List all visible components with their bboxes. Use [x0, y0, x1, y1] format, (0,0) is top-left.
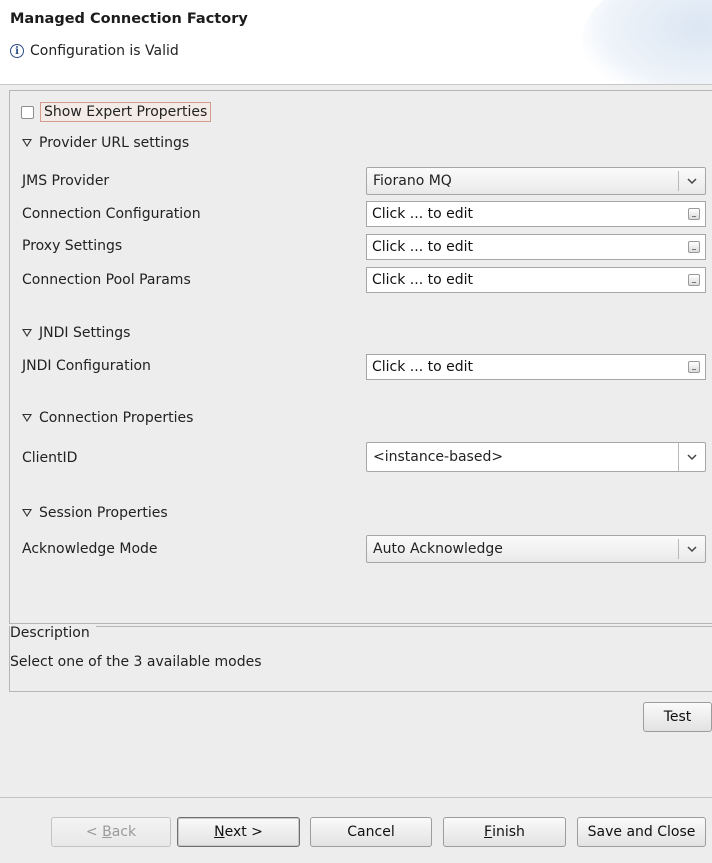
back-button[interactable]: < Back — [51, 817, 171, 847]
wizard-window: Managed Connection Factory i Configurati… — [0, 0, 712, 863]
jndi-config-field[interactable]: Click ... to edit — [366, 354, 706, 380]
description-group: Description Select one of the 3 availabl… — [9, 625, 712, 692]
ack-mode-value: Auto Acknowledge — [373, 541, 503, 557]
edit-ellipsis-icon[interactable] — [688, 361, 700, 373]
jms-provider-select[interactable]: Fiorano MQ — [366, 167, 706, 195]
section-jndi[interactable]: JNDI Settings — [22, 325, 130, 341]
chevron-down-icon[interactable] — [686, 452, 698, 462]
ack-mode-label: Acknowledge Mode — [22, 541, 158, 557]
connection-config-value: Click ... to edit — [372, 206, 473, 222]
section-title: JNDI Settings — [39, 325, 131, 341]
connection-pool-field[interactable]: Click ... to edit — [366, 267, 706, 293]
expand-triangle-icon[interactable] — [22, 414, 32, 422]
banner-decoration — [582, 0, 712, 84]
expand-triangle-icon[interactable] — [22, 329, 32, 337]
combo-separator — [678, 539, 679, 559]
edit-ellipsis-icon[interactable] — [688, 208, 700, 220]
connection-pool-label: Connection Pool Params — [22, 272, 191, 288]
description-title: Description — [10, 625, 96, 641]
next-rest: ext > — [224, 824, 263, 840]
finish-button[interactable]: Finish — [443, 817, 566, 847]
connection-pool-value: Click ... to edit — [372, 272, 473, 288]
proxy-settings-value: Click ... to edit — [372, 239, 473, 255]
next-mnemonic: N — [214, 824, 225, 840]
edit-ellipsis-icon[interactable] — [688, 274, 700, 286]
jms-provider-label: JMS Provider — [22, 173, 110, 189]
show-expert-label[interactable]: Show Expert Properties — [40, 102, 212, 122]
back-mnemonic: B — [102, 824, 112, 840]
show-expert-option[interactable]: Show Expert Properties — [21, 102, 212, 122]
section-title: Provider URL settings — [39, 135, 190, 151]
chevron-down-icon[interactable] — [686, 176, 698, 186]
finish-mnemonic: F — [484, 824, 493, 840]
client-id-label: ClientID — [22, 450, 78, 466]
info-icon: i — [10, 44, 24, 58]
chevron-down-icon[interactable] — [686, 544, 698, 554]
section-title: Connection Properties — [39, 410, 194, 426]
properties-panel: Show Expert Properties Provider URL sett… — [9, 90, 712, 624]
jms-provider-value: Fiorano MQ — [373, 173, 452, 189]
status-text: Configuration is Valid — [30, 43, 179, 59]
section-provider-url[interactable]: Provider URL settings — [22, 135, 189, 151]
status-message: i Configuration is Valid — [10, 43, 179, 59]
back-rest: ack — [111, 824, 137, 840]
jndi-config-value: Click ... to edit — [372, 359, 473, 375]
description-divider — [10, 636, 712, 637]
cancel-button[interactable]: Cancel — [310, 817, 432, 847]
section-session-properties[interactable]: Session Properties — [22, 505, 168, 521]
proxy-settings-label: Proxy Settings — [22, 238, 123, 254]
proxy-settings-field[interactable]: Click ... to edit — [366, 234, 706, 260]
show-expert-checkbox[interactable] — [21, 105, 34, 119]
back-prefix: < — [85, 824, 103, 840]
test-button[interactable]: Test — [643, 702, 712, 732]
next-button[interactable]: Next > — [177, 817, 300, 847]
save-and-close-button[interactable]: Save and Close — [577, 817, 706, 847]
client-id-value[interactable]: <instance-based> — [373, 449, 503, 465]
connection-config-label: Connection Configuration — [22, 206, 201, 222]
combo-separator — [678, 171, 679, 191]
description-text: Select one of the 3 available modes — [10, 654, 262, 670]
header-banner: Managed Connection Factory i Configurati… — [0, 0, 712, 85]
footer-divider — [0, 797, 712, 798]
expand-triangle-icon[interactable] — [22, 139, 32, 147]
section-title: Session Properties — [39, 505, 168, 521]
edit-ellipsis-icon[interactable] — [688, 241, 700, 253]
expand-triangle-icon[interactable] — [22, 509, 32, 517]
ack-mode-select[interactable]: Auto Acknowledge — [366, 535, 706, 563]
jndi-config-label: JNDI Configuration — [22, 358, 151, 374]
client-id-combo[interactable]: <instance-based> — [366, 442, 706, 472]
connection-config-field[interactable]: Click ... to edit — [366, 201, 706, 227]
section-connection-properties[interactable]: Connection Properties — [22, 410, 193, 426]
finish-rest: inish — [492, 824, 525, 840]
page-title: Managed Connection Factory — [10, 11, 248, 27]
combo-separator — [678, 443, 679, 471]
